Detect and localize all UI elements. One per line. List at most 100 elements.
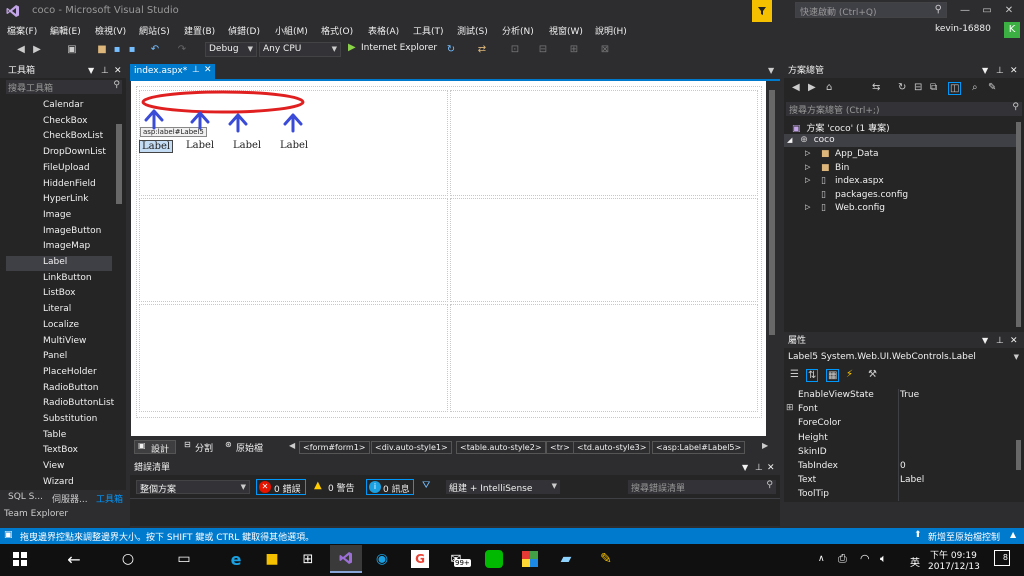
property-row[interactable]: Font ⊞ bbox=[786, 402, 1016, 416]
solution-toolbar: ◀ ▶ ⌂ ⇆ ↻ ⊟ ⧉ ◫ ⌕ ✎ bbox=[788, 82, 1020, 98]
error-scope-select[interactable]: 整個方案 ▼ bbox=[136, 480, 250, 495]
edge-icon[interactable]: e bbox=[220, 545, 252, 573]
close-icon[interactable]: ✕ bbox=[1010, 64, 1018, 78]
close-icon[interactable]: ✕ bbox=[1010, 334, 1018, 348]
expand-triangle-icon[interactable]: ▷ bbox=[805, 163, 810, 171]
solution-item[interactable]: App_Data bbox=[835, 149, 879, 159]
sync-icon[interactable]: ⇆ bbox=[872, 82, 880, 93]
tray-chevron-icon[interactable]: ∧ bbox=[818, 554, 825, 564]
expand-triangle-icon[interactable]: ▷ bbox=[805, 176, 810, 184]
ime-indicator[interactable]: 英 bbox=[910, 554, 920, 569]
expand-triangle-icon[interactable]: ▷ bbox=[805, 149, 810, 157]
line-logo bbox=[485, 550, 503, 568]
wrench-icon[interactable]: ⚒ bbox=[868, 369, 877, 380]
build-select[interactable]: 組建 + IntelliSense ▼ bbox=[446, 480, 560, 494]
categorized-icon[interactable]: ☰ bbox=[790, 369, 799, 380]
clock-time[interactable]: 下午 09:19 bbox=[930, 548, 977, 561]
collapse-all-icon[interactable]: ⊟ bbox=[914, 82, 922, 93]
windows-start-icon[interactable] bbox=[4, 545, 36, 573]
file-explorer-icon[interactable]: ■ bbox=[256, 545, 288, 573]
properties-icon[interactable]: ⌕ bbox=[972, 82, 978, 93]
media-player-icon[interactable]: ◉ bbox=[366, 545, 398, 573]
breadcrumb-left-arrow-icon[interactable]: ◀ bbox=[289, 441, 295, 450]
solution-item[interactable]: Web.config bbox=[835, 203, 885, 213]
chrome-icon[interactable]: G bbox=[404, 545, 436, 573]
store-icon[interactable]: ⊞ bbox=[292, 545, 324, 573]
property-row[interactable]: ForeColor bbox=[796, 416, 1016, 430]
events-icon[interactable]: ⚡ bbox=[846, 369, 853, 380]
solution-search-input[interactable]: 搜尋方案總管 (Ctrl+;) ⚲ bbox=[786, 102, 1022, 116]
property-value[interactable]: 0 bbox=[900, 461, 906, 471]
action-center-icon[interactable]: 8 bbox=[994, 550, 1010, 566]
chevron-up-icon[interactable]: ▲ bbox=[1010, 530, 1016, 539]
breadcrumb-right-arrow-icon[interactable]: ▶ bbox=[762, 441, 768, 450]
solution-scrollbar-thumb[interactable] bbox=[1016, 122, 1021, 327]
errors-filter-button[interactable]: ✕ 0 錯誤 bbox=[256, 479, 306, 495]
breadcrumb-item[interactable]: <table.auto-style2> bbox=[456, 441, 546, 454]
line-icon[interactable] bbox=[478, 545, 510, 573]
pin-icon[interactable]: ⊥ bbox=[755, 461, 763, 475]
show-all-files-icon[interactable]: ⧉ bbox=[930, 82, 937, 93]
expand-triangle-icon[interactable]: ▷ bbox=[805, 203, 810, 211]
home-icon[interactable]: ⌂ bbox=[826, 82, 832, 93]
solution-root[interactable]: ▣ 方案 'coco' (1 專案) bbox=[792, 121, 890, 134]
property-row[interactable]: Height bbox=[796, 431, 1016, 445]
breadcrumb-item[interactable]: <asp:Label#Label5> bbox=[652, 441, 746, 454]
breadcrumb-item[interactable]: <tr> bbox=[546, 441, 574, 454]
properties-object-select[interactable]: Label5 System.Web.UI.WebControls.Label ▼ bbox=[786, 351, 1022, 365]
solution-item[interactable]: index.aspx bbox=[835, 176, 884, 186]
pin-icon[interactable]: ⊥ bbox=[996, 334, 1004, 348]
network-icon[interactable]: ⎙ bbox=[838, 552, 847, 566]
refresh-icon[interactable]: ↻ bbox=[898, 82, 906, 93]
error-list-search-input[interactable]: 搜尋錯誤清單 ⚲ bbox=[628, 480, 776, 494]
view-tab-design[interactable]: ▣ 設計 bbox=[134, 440, 176, 455]
properties-scrollbar-thumb[interactable] bbox=[1016, 440, 1021, 470]
winrar-icon[interactable] bbox=[514, 545, 546, 573]
notepad-icon[interactable]: ▰ bbox=[550, 545, 582, 573]
property-value[interactable]: True bbox=[900, 390, 919, 400]
project-node[interactable]: ◢ ⊕ coco bbox=[787, 135, 835, 145]
close-icon[interactable]: ✕ bbox=[767, 461, 775, 475]
property-row[interactable]: EnableViewState True bbox=[796, 388, 1016, 402]
mail-icon[interactable]: ✉ 99+ bbox=[440, 545, 472, 573]
pin-icon[interactable]: ⊥ bbox=[996, 64, 1004, 78]
messages-filter-button[interactable]: i 0 訊息 bbox=[366, 479, 414, 495]
chevron-down-icon[interactable]: ▼ bbox=[742, 461, 748, 475]
preview-icon[interactable]: ◫ bbox=[948, 82, 962, 95]
expanded-triangle-icon[interactable]: ◢ bbox=[787, 136, 792, 144]
error-list-search-placeholder: 搜尋錯誤清單 bbox=[631, 484, 686, 494]
expand-plus-icon[interactable]: ⊞ bbox=[786, 403, 794, 413]
forward-icon[interactable]: ▶ bbox=[808, 82, 816, 93]
breadcrumb-item[interactable]: <form#form1> bbox=[299, 441, 370, 454]
filter-icon[interactable]: ⛛ bbox=[422, 480, 430, 491]
property-value[interactable]: Label bbox=[900, 475, 924, 485]
volume-icon[interactable]: 🔈︎ bbox=[880, 552, 887, 566]
property-row[interactable]: ToolTip bbox=[796, 487, 1016, 501]
search-icon[interactable]: ○ bbox=[112, 545, 144, 573]
alphabetical-icon[interactable]: ⇅ bbox=[806, 369, 819, 382]
warnings-filter-button[interactable]: ▲ 0 警告 bbox=[312, 479, 360, 495]
chevron-down-icon[interactable]: ▼ bbox=[982, 64, 988, 78]
solution-item[interactable]: packages.config bbox=[835, 190, 908, 200]
wifi-icon[interactable]: ◠ bbox=[860, 552, 870, 565]
chevron-down-icon[interactable]: ▼ bbox=[982, 334, 988, 348]
property-row[interactable]: TabIndex 0 bbox=[796, 459, 1016, 473]
back-icon[interactable]: ◀ bbox=[792, 82, 800, 93]
visual-studio-icon[interactable] bbox=[330, 545, 362, 573]
property-row[interactable]: Text Label bbox=[796, 473, 1016, 487]
properties-view-icon[interactable]: ▦ bbox=[826, 369, 840, 382]
clock-date[interactable]: 2017/12/13 bbox=[928, 562, 980, 572]
settings-icon[interactable]: ✎ bbox=[988, 82, 996, 93]
breadcrumb-item[interactable]: <td.auto-style3> bbox=[573, 441, 651, 454]
view-tab-source[interactable]: ⊛ 原始檔 bbox=[222, 440, 274, 454]
property-row[interactable]: SkinID bbox=[796, 445, 1016, 459]
back-arrow-icon[interactable]: ← bbox=[58, 545, 90, 573]
task-view-icon[interactable]: ▭ bbox=[168, 545, 200, 573]
breadcrumb-item[interactable]: <div.auto-style1> bbox=[371, 441, 452, 454]
view-tab-split[interactable]: ⊟ 分割 bbox=[181, 440, 221, 454]
paint-icon[interactable]: ✎ bbox=[590, 545, 622, 573]
source-control-button[interactable]: 新增至原始檔控制 bbox=[928, 530, 1000, 543]
error-scope-value: 整個方案 bbox=[140, 485, 177, 495]
errors-count: 0 錯誤 bbox=[274, 485, 301, 495]
solution-item[interactable]: Bin bbox=[835, 163, 849, 173]
